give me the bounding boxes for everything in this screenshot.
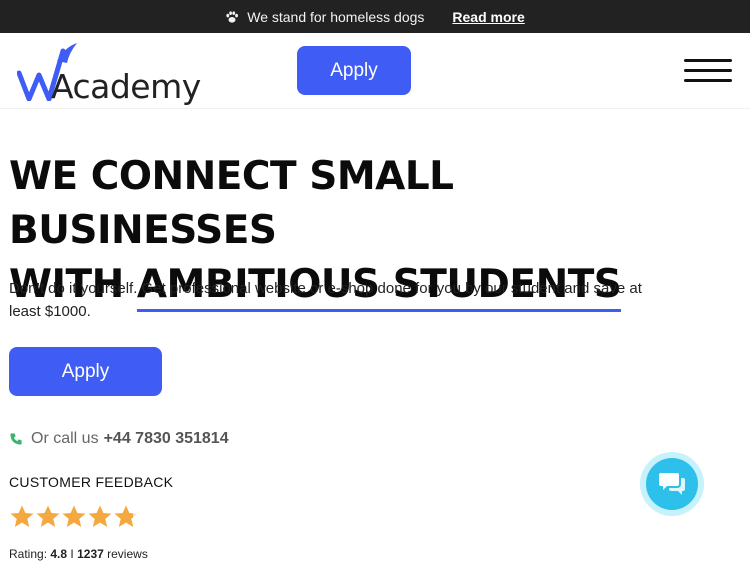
read-more-link[interactable]: Read more [452,9,524,25]
customer-feedback-label: CUSTOMER FEEDBACK [9,474,174,490]
phone-number[interactable]: +44 7830 351814 [104,430,229,448]
site-header: Academy Apply [0,33,750,109]
call-us[interactable]: Or call us +44 7830 351814 [9,430,229,448]
rating-summary: Rating: 4.8 I 1237 reviews [9,547,148,561]
announcement-message: We stand for homeless dogs [247,8,425,25]
chat-bubbles-icon [659,473,685,495]
star-icon [62,505,86,527]
rating-separator: I [70,547,74,561]
reviews-label: reviews [107,547,148,561]
logo[interactable]: Academy [17,41,201,106]
star-icon [36,505,60,527]
hero-title-line1: WE CONNECT SMALL BUSINESSES [9,154,454,253]
star-rating [9,504,139,530]
logo-text: Academy [51,67,201,106]
header-apply-button[interactable]: Apply [297,46,411,95]
paw-icon [226,10,239,23]
announcement-bar: We stand for homeless dogs Read more [0,0,750,33]
star-icon [88,505,112,527]
hero-apply-button[interactable]: Apply [9,347,162,396]
star-icon [10,505,34,527]
rating-value: 4.8 [50,547,68,561]
chat-button[interactable] [640,452,704,516]
hamburger-menu-icon[interactable] [684,59,732,85]
rating-prefix: Rating: [9,547,48,561]
phone-icon [10,433,22,445]
hero-subtitle: Don’t do it yourself. Get professional w… [9,280,642,320]
call-prefix: Or call us [31,430,99,447]
star-icon [114,505,138,527]
reviews-count: 1237 [77,547,104,561]
